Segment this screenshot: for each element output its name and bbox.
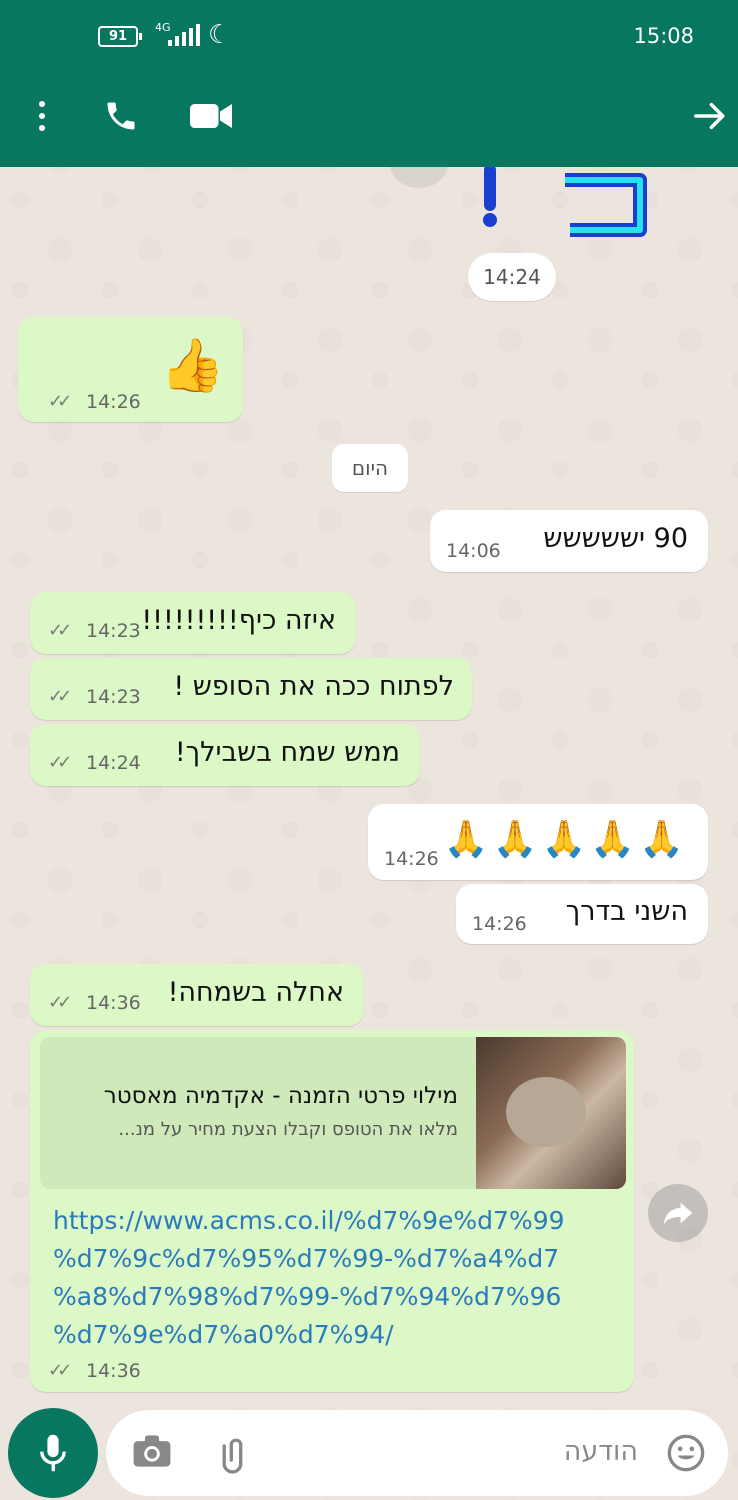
message-bubble[interactable]: אחלה בשמחה! ✓✓ 14:36 <box>30 964 364 1026</box>
message-text: איזה כיף!!!!!!!!! <box>141 605 336 636</box>
message-time: 14:36 <box>86 992 141 1014</box>
message-bubble[interactable]: 90 יששששש 14:06 <box>430 510 708 572</box>
message-time: 14:26 <box>472 913 527 935</box>
message-input[interactable]: הודעה <box>564 1436 638 1467</box>
mic-icon <box>40 1434 66 1472</box>
message-time: 14:26 <box>384 848 439 870</box>
message-text: ממש שמח בשבילך! <box>174 737 400 768</box>
link-url[interactable]: %d7%9e%d7%a0%d7%94/ <box>53 1320 394 1349</box>
link-url[interactable]: https://www.acms.co.il/%d7%9e%d7%99 <box>53 1206 565 1235</box>
message-time: 14:23 <box>86 686 141 708</box>
chat-header: 91 4G ☾ 15:08 <box>0 0 738 167</box>
date-divider: היום <box>332 444 408 492</box>
sticker-time: 14:24 <box>468 253 556 301</box>
more-vert-icon[interactable] <box>22 90 62 142</box>
message-text: 90 יששששש <box>543 523 688 554</box>
forward-icon[interactable] <box>648 1184 708 1242</box>
message-text: 🙏🙏🙏🙏🙏 <box>443 819 688 860</box>
message-bubble[interactable]: 👍 ✓✓ 14:26 <box>18 317 243 422</box>
message-bubble[interactable]: לפתוח ככה את הסופש ! ✓✓ 14:23 <box>30 658 472 720</box>
message-time: 14:06 <box>446 540 501 562</box>
message-time: 14:23 <box>86 620 141 642</box>
read-receipt-icon: ✓✓ <box>48 686 72 707</box>
message-time: 14:36 <box>86 1360 141 1382</box>
message-text: 👍 <box>160 336 225 396</box>
back-arrow-icon[interactable] <box>688 90 732 142</box>
link-preview-title: מילוי פרטי הזמנה - אקדמיה מאסטר <box>103 1083 458 1109</box>
link-preview-description: מלאו את הטופס וקבלו הצעת מחיר על מנ... <box>118 1119 458 1140</box>
message-bubble[interactable]: 🙏🙏🙏🙏🙏 14:26 <box>368 804 708 880</box>
read-receipt-icon: ✓✓ <box>48 1360 72 1381</box>
attach-icon[interactable] <box>216 1432 256 1474</box>
camera-icon[interactable] <box>132 1434 172 1470</box>
read-receipt-icon: ✓✓ <box>48 752 72 773</box>
status-bar: 91 4G ☾ 15:08 <box>0 0 738 74</box>
do-not-disturb-icon: ☾ <box>208 20 232 50</box>
read-receipt-icon: ✓✓ <box>48 391 72 412</box>
signal-icon <box>168 24 200 46</box>
link-url[interactable]: %a8%d7%98%d7%99-%d7%94%d7%96 <box>53 1282 561 1311</box>
message-text: השני בדרך <box>565 896 688 927</box>
message-bubble[interactable]: איזה כיף!!!!!!!!! ✓✓ 14:23 <box>30 592 356 654</box>
message-text: לפתוח ככה את הסופש ! <box>173 671 454 702</box>
read-receipt-icon: ✓✓ <box>48 992 72 1013</box>
battery-indicator: 91 <box>98 26 142 47</box>
emoji-icon[interactable] <box>666 1433 706 1473</box>
mic-button[interactable] <box>8 1408 98 1498</box>
link-preview-card[interactable]: מילוי פרטי הזמנה - אקדמיה מאסטר מלאו את … <box>40 1037 626 1189</box>
message-text: אחלה בשמחה! <box>167 977 344 1008</box>
message-time: 14:26 <box>86 391 141 413</box>
link-url[interactable]: %d7%9c%d7%95%d7%99-%d7%a4%d7 <box>53 1244 559 1273</box>
message-time: 14:24 <box>86 752 141 774</box>
message-bubble[interactable]: השני בדרך 14:26 <box>456 884 708 944</box>
message-bubble[interactable]: ממש שמח בשבילך! ✓✓ 14:24 <box>30 724 420 786</box>
message-composer[interactable]: הודעה <box>106 1410 728 1496</box>
link-preview-image <box>476 1037 626 1189</box>
status-time: 15:08 <box>633 24 694 48</box>
read-receipt-icon: ✓✓ <box>48 620 72 641</box>
header-actions <box>0 90 738 145</box>
video-camera-icon[interactable] <box>186 90 236 142</box>
phone-icon[interactable] <box>98 90 144 142</box>
